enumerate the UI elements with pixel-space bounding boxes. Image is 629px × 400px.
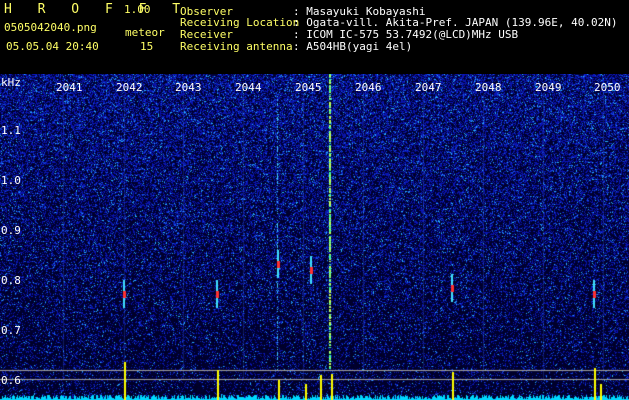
location-label: Receiving Location: [180, 16, 300, 29]
y-tick-label: 1.1: [1, 124, 21, 137]
antenna-label: Receiving antenna: [180, 40, 293, 53]
y-tick-label: 1.0: [1, 174, 21, 187]
file-name: 0505042040.png: [4, 21, 97, 34]
meteor-label: meteor: [125, 26, 165, 39]
date-time: 05.05.04 20:40: [6, 40, 99, 53]
x-tick-label: 2044: [235, 81, 262, 94]
y-axis-unit: kHz: [1, 76, 21, 89]
y-tick-label: 0.7: [1, 324, 21, 337]
x-tick-label: 2050: [594, 81, 621, 94]
x-tick-label: 2046: [355, 81, 382, 94]
y-tick-label: 0.9: [1, 224, 21, 237]
x-tick-label: 2049: [535, 81, 562, 94]
x-tick-label: 2043: [175, 81, 202, 94]
y-tick-label: 0.6: [1, 374, 21, 387]
x-tick-label: 2047: [415, 81, 442, 94]
spectrogram-canvas: [0, 74, 629, 400]
antenna-value: : A504HB(yagi 4el): [293, 40, 413, 53]
receiver-value: : ICOM IC-575 53.7492(@LCD)MHz USB: [293, 28, 519, 41]
x-tick-label: 2048: [475, 81, 502, 94]
app-title: H R O F F T: [4, 2, 190, 17]
x-tick-label: 2042: [116, 81, 143, 94]
x-tick-label: 2045: [295, 81, 322, 94]
y-tick-label: 0.8: [1, 274, 21, 287]
meteor-count: 15: [140, 40, 154, 53]
app-version: 1.00: [124, 3, 151, 16]
x-tick-label: 2041: [56, 81, 83, 94]
header-panel: H R O F F T 1.00 0505042040.png meteor 0…: [0, 0, 629, 74]
location-value: : Ogata-vill. Akita-Pref. JAPAN (139.96E…: [293, 16, 618, 29]
receiver-label: Receiver: [180, 28, 233, 41]
